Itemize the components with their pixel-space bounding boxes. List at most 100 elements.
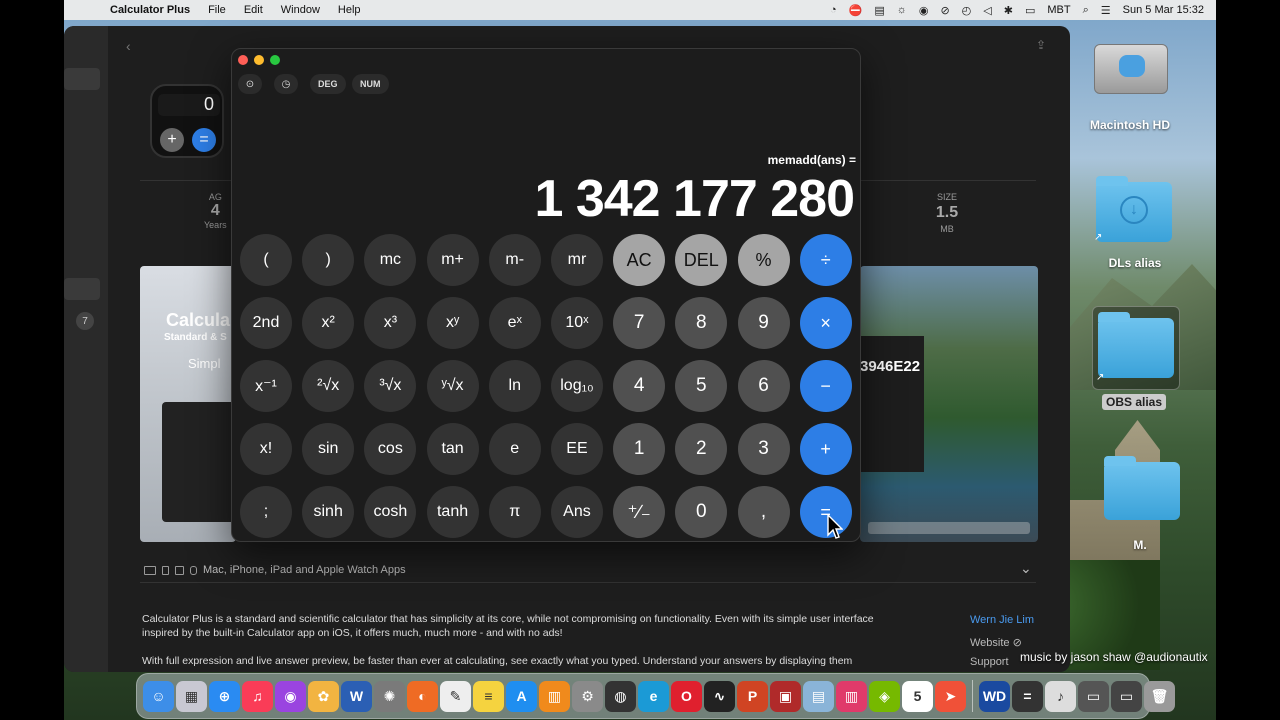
- dock-calculator-icon[interactable]: =: [1012, 680, 1043, 712]
- menu-help[interactable]: Help: [338, 4, 361, 16]
- expand-chevron-icon[interactable]: ⌄: [1020, 560, 1032, 577]
- key-r1-c5-10[interactable]: 10ˣ: [550, 297, 603, 349]
- status-icon-3[interactable]: ▤: [874, 4, 884, 17]
- key-r1-c2-x[interactable]: x³: [364, 297, 417, 349]
- key-r0-c9-symbol[interactable]: ÷: [799, 234, 852, 286]
- status-icon-5[interactable]: ◉: [919, 4, 929, 17]
- key-r2-c9-symbol[interactable]: −: [799, 360, 852, 412]
- share-icon[interactable]: ⇪: [1036, 38, 1046, 52]
- status-icon-6[interactable]: ⊘: [940, 4, 949, 17]
- dock-display-icon[interactable]: ▭: [1078, 680, 1109, 712]
- key-r2-c5-log[interactable]: log₁₀: [550, 360, 603, 412]
- volume-icon[interactable]: ◁: [983, 4, 991, 17]
- key-r0-c4-m[interactable]: m-: [488, 234, 541, 286]
- key-r0-c0-symbol[interactable]: (: [240, 234, 292, 286]
- key-r1-c3-x[interactable]: xʸ: [426, 297, 479, 349]
- key-r0-c2-mc[interactable]: mc: [364, 234, 417, 286]
- dock-obs-icon[interactable]: ◍: [605, 680, 636, 712]
- key-r0-c8-symbol[interactable]: %: [737, 234, 790, 286]
- back-chevron-icon[interactable]: ‹: [126, 38, 131, 54]
- history-button[interactable]: ◷: [274, 74, 298, 94]
- status-icon-1[interactable]: ◔: [830, 4, 837, 16]
- dock-nvidia-icon[interactable]: ◈: [869, 680, 900, 712]
- bluetooth-icon[interactable]: ✱: [1004, 4, 1013, 17]
- dock-activity-monitor-icon[interactable]: ∿: [704, 680, 735, 712]
- num-toggle[interactable]: NUM: [352, 74, 389, 94]
- key-r0-c6-ac[interactable]: AC: [613, 234, 666, 286]
- dock-opera-icon[interactable]: O: [671, 680, 702, 712]
- dock-books-icon[interactable]: ▥: [539, 680, 570, 712]
- battery-icon[interactable]: ▭: [1025, 4, 1035, 17]
- zoom-button[interactable]: [270, 55, 280, 65]
- dock-podcasts-icon[interactable]: ◉: [275, 680, 306, 712]
- key-r3-c4-e[interactable]: e: [488, 423, 541, 475]
- key-r2-c6-4[interactable]: 4: [613, 360, 666, 412]
- menu-clock[interactable]: Sun 5 Mar 15:32: [1123, 4, 1204, 16]
- spotlight-search-icon[interactable]: ⌕: [1083, 4, 1089, 17]
- dock-powerpoint-icon[interactable]: P: [737, 680, 768, 712]
- menu-edit[interactable]: Edit: [244, 4, 263, 16]
- dock-edge-icon[interactable]: e: [638, 680, 669, 712]
- key-r3-c6-1[interactable]: 1: [613, 423, 666, 475]
- dock-display-2-icon[interactable]: ▭: [1111, 680, 1142, 712]
- dock-app-red-icon[interactable]: ▣: [770, 680, 801, 712]
- dls-alias-folder-icon[interactable]: ↓: [1096, 176, 1172, 242]
- dock-safari-icon[interactable]: ⊕: [209, 680, 240, 712]
- key-r3-c9-symbol[interactable]: +: [799, 423, 852, 475]
- dock-app-stripes-icon[interactable]: ▥: [836, 680, 867, 712]
- dock-system-preferences-icon[interactable]: ⚙: [572, 680, 603, 712]
- key-r1-c4-e[interactable]: eˣ: [488, 297, 541, 349]
- sidebar-item[interactable]: [64, 68, 100, 90]
- dock-swift-icon[interactable]: ➤: [935, 680, 966, 712]
- minimize-button[interactable]: [254, 55, 264, 65]
- key-r4-c7-0[interactable]: 0: [675, 486, 728, 538]
- dock-photos-icon[interactable]: ✿: [308, 680, 339, 712]
- menu-file[interactable]: File: [208, 4, 226, 16]
- sidebar-item-selected[interactable]: [64, 278, 100, 300]
- key-r2-c0-x[interactable]: x⁻¹: [240, 360, 292, 412]
- key-r2-c7-5[interactable]: 5: [675, 360, 728, 412]
- menu-window[interactable]: Window: [281, 4, 320, 16]
- key-r2-c3-x[interactable]: ʸ√x: [426, 360, 479, 412]
- time-machine-icon[interactable]: ◴: [962, 4, 972, 17]
- key-r2-c1-x[interactable]: ²√x: [302, 360, 355, 412]
- dock-trash-icon[interactable]: 🗑: [1144, 680, 1175, 712]
- key-r1-c8-9[interactable]: 9: [737, 297, 790, 349]
- dock-word-icon[interactable]: W: [341, 680, 372, 712]
- dock-wd-icon[interactable]: WD: [979, 680, 1010, 712]
- obs-alias-label[interactable]: OBS alias: [1102, 394, 1167, 410]
- dock-notes-icon[interactable]: ≡: [473, 680, 504, 712]
- key-r3-c7-2[interactable]: 2: [675, 423, 728, 475]
- dock-calendar-icon[interactable]: 5: [902, 680, 933, 712]
- key-r3-c0-x[interactable]: x!: [240, 423, 292, 475]
- dock-app-store-icon[interactable]: A: [506, 680, 537, 712]
- key-r3-c1-sin[interactable]: sin: [302, 423, 355, 475]
- key-r0-c5-mr[interactable]: mr: [550, 234, 603, 286]
- website-link[interactable]: Website ⊘: [970, 636, 1022, 649]
- dock-firefox-icon[interactable]: ◐: [407, 680, 438, 712]
- dock-finder-icon[interactable]: ☺: [143, 680, 174, 712]
- key-r4-c9-symbol[interactable]: =: [799, 486, 852, 538]
- dock-music-icon[interactable]: ♫: [242, 680, 273, 712]
- status-icon-2[interactable]: ⛔: [849, 4, 863, 17]
- dock-app-grid-icon[interactable]: ▤: [803, 680, 834, 712]
- key-r4-c4-symbol[interactable]: π: [488, 486, 541, 538]
- key-r3-c5-ee[interactable]: EE: [550, 423, 603, 475]
- brightness-icon[interactable]: ☼: [897, 4, 907, 16]
- obs-alias-folder-icon[interactable]: [1098, 312, 1174, 378]
- key-r4-c1-sinh[interactable]: sinh: [302, 486, 355, 538]
- key-r2-c4-ln[interactable]: ln: [488, 360, 541, 412]
- key-r0-c3-m[interactable]: m+: [426, 234, 479, 286]
- key-r4-c5-ans[interactable]: Ans: [550, 486, 603, 538]
- key-r3-c2-cos[interactable]: cos: [364, 423, 417, 475]
- close-button[interactable]: [238, 55, 248, 65]
- input-source[interactable]: MBT: [1047, 4, 1070, 16]
- key-r1-c9-symbol[interactable]: ×: [799, 297, 852, 349]
- dock-textedit-icon[interactable]: ✎: [440, 680, 471, 712]
- key-r4-c8-symbol[interactable]: ,: [737, 486, 790, 538]
- key-r2-c8-6[interactable]: 6: [737, 360, 790, 412]
- key-r4-c3-tanh[interactable]: tanh: [426, 486, 479, 538]
- key-r0-c1-symbol[interactable]: ): [302, 234, 355, 286]
- deg-toggle[interactable]: DEG: [310, 74, 346, 94]
- key-r0-c7-del[interactable]: DEL: [675, 234, 728, 286]
